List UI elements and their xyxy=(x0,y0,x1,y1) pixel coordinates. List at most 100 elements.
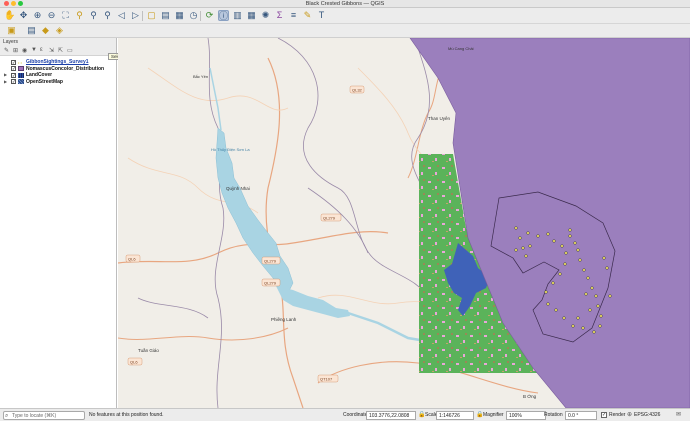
refresh-icon[interactable]: ⟳ xyxy=(204,10,215,21)
sighting-point[interactable] xyxy=(563,262,567,266)
expand-all-icon[interactable]: ⇲ xyxy=(49,47,54,54)
sighting-point[interactable] xyxy=(552,239,556,243)
zoom-in-icon[interactable]: ⊕ xyxy=(32,10,43,21)
zoom-native-icon[interactable]: ⚲ xyxy=(102,10,113,21)
expand-arrow-icon[interactable]: ▶ xyxy=(4,79,7,86)
rotation-field[interactable]: 0.0 ° xyxy=(565,411,597,420)
sighting-point[interactable] xyxy=(605,266,609,270)
sighting-point[interactable] xyxy=(536,234,540,238)
zoom-out-icon[interactable]: ⊖ xyxy=(46,10,57,21)
zoom-to-layer-icon[interactable]: ⚲ xyxy=(88,10,99,21)
add-layer-icon[interactable]: ◈ xyxy=(54,25,65,36)
open-styling-icon[interactable]: ✎ xyxy=(4,47,9,54)
sighting-point[interactable] xyxy=(526,231,530,235)
sighting-point[interactable] xyxy=(582,268,586,272)
sighting-point[interactable] xyxy=(594,294,598,298)
zoom-last-icon[interactable]: ◁ xyxy=(116,10,127,21)
sighting-point[interactable] xyxy=(586,276,590,280)
sighting-point[interactable] xyxy=(518,236,522,240)
sighting-point[interactable] xyxy=(571,324,575,328)
messages-icon[interactable]: ✉ xyxy=(676,412,681,419)
add-group-icon[interactable]: ⊞ xyxy=(13,47,18,54)
open-attribute-table-icon[interactable]: ▥ xyxy=(232,10,243,21)
raster-layer-icon xyxy=(18,72,24,78)
sighting-point[interactable] xyxy=(581,326,585,330)
sighting-point[interactable] xyxy=(528,244,532,248)
sighting-point[interactable] xyxy=(560,244,564,248)
manage-visibility-icon[interactable]: ◉ xyxy=(22,47,27,54)
magnifier-field[interactable]: 100% xyxy=(506,411,546,420)
sighting-point[interactable] xyxy=(588,308,592,312)
layer-visibility-checkbox[interactable]: ✓ xyxy=(11,66,16,71)
map-label: QL32 xyxy=(352,88,363,93)
crs-label[interactable]: EPSG:4326 xyxy=(634,412,660,419)
sighting-point[interactable] xyxy=(521,246,525,250)
crs-icon[interactable]: ⊕ xyxy=(627,412,632,419)
sighting-point[interactable] xyxy=(584,292,588,296)
title-bar: Black Crested Gibbons — QGIS xyxy=(0,0,690,8)
sighting-point[interactable] xyxy=(524,254,528,258)
layer-item[interactable]: ▶ ✓ OpenStreetMap xyxy=(0,79,116,86)
sighting-point[interactable] xyxy=(544,290,548,294)
text-annotation-icon[interactable]: T xyxy=(316,10,327,21)
sighting-point[interactable] xyxy=(608,294,612,298)
new-project-icon[interactable]: ▣ xyxy=(6,25,17,36)
layer-visibility-checkbox[interactable]: ✓ xyxy=(11,72,16,78)
filter-by-expression-icon[interactable]: ε xyxy=(40,47,43,53)
sighting-point[interactable] xyxy=(568,234,572,238)
layer-visibility-checkbox[interactable]: ✓ xyxy=(11,59,16,65)
show-bookmarks-icon[interactable]: ▦ xyxy=(174,10,185,21)
sighting-point[interactable] xyxy=(596,304,600,308)
map-canvas[interactable]: Quỳnh Nhai Hồ Thủy Điện Sơn La QL279 QL6… xyxy=(118,38,690,408)
pan-to-selection-icon[interactable]: ✥ xyxy=(18,10,29,21)
scale-field[interactable]: 1:146726 xyxy=(436,411,474,420)
sighting-point[interactable] xyxy=(551,281,555,285)
pan-icon[interactable]: ✋ xyxy=(4,10,15,21)
temporal-controller-icon[interactable]: ◷ xyxy=(188,10,199,21)
map-tips-icon[interactable]: ✎ xyxy=(302,10,313,21)
sighting-point[interactable] xyxy=(578,258,582,262)
sighting-point[interactable] xyxy=(558,272,562,276)
remove-layer-icon[interactable]: ▭ xyxy=(67,47,73,54)
render-checkbox[interactable]: ✓ xyxy=(601,412,607,418)
sighting-point[interactable] xyxy=(546,302,550,306)
toolbox-icon[interactable]: ✺ xyxy=(260,10,271,21)
sighting-point[interactable] xyxy=(554,308,558,312)
statistics-icon[interactable]: Σ xyxy=(274,10,285,21)
layers-panel: Layers ✎ ⊞ ◉ ▼ ε ⇲ ⇱ ▭ ✓ • • GibbonSightings_Surv… xyxy=(0,38,117,408)
sighting-point[interactable] xyxy=(590,286,594,290)
sighting-point[interactable] xyxy=(602,256,606,260)
sighting-point[interactable] xyxy=(564,251,568,255)
collapse-all-icon[interactable]: ⇱ xyxy=(58,47,63,54)
field-calculator-icon[interactable]: ▦ xyxy=(246,10,257,21)
toolbar-separator xyxy=(142,11,143,21)
zoom-full-icon[interactable]: ⛶ xyxy=(60,10,71,21)
sighting-point[interactable] xyxy=(514,226,518,230)
sighting-point[interactable] xyxy=(514,248,518,252)
sighting-point[interactable] xyxy=(573,241,577,245)
map-rendering: Quỳnh Nhai Hồ Thủy Điện Sơn La QL279 QL6… xyxy=(118,38,690,408)
save-project-icon[interactable]: ◆ xyxy=(40,25,51,36)
sighting-point[interactable] xyxy=(576,316,580,320)
new-map-view-icon[interactable]: ▢ xyxy=(146,10,157,21)
coordinate-field[interactable]: 103.3776,22.0808 xyxy=(366,411,416,420)
sighting-point[interactable] xyxy=(598,324,602,328)
identify-features-icon[interactable]: ⓘ xyxy=(218,10,229,21)
filter-legend-icon[interactable]: ▼ xyxy=(31,47,37,53)
sighting-point[interactable] xyxy=(546,232,550,236)
map-label: B Ớng xyxy=(523,393,537,399)
locator-search-input[interactable]: ⌕ Type to locate (⌘K) xyxy=(3,411,85,420)
sighting-point[interactable] xyxy=(592,330,596,334)
sighting-point[interactable] xyxy=(599,314,603,318)
layer-visibility-checkbox[interactable]: ✓ xyxy=(11,79,16,84)
layer-name: OpenStreetMap xyxy=(26,78,63,85)
layer-tree: ✓ • • GibbonSightings_Survey1 ✓ NomascusConc… xyxy=(0,56,116,85)
open-project-icon[interactable]: ▤ xyxy=(26,25,37,36)
sighting-point[interactable] xyxy=(568,228,572,232)
zoom-next-icon[interactable]: ▷ xyxy=(130,10,141,21)
measure-icon[interactable]: ≡ xyxy=(288,10,299,21)
sighting-point[interactable] xyxy=(576,248,580,252)
zoom-to-selection-icon[interactable]: ⚲ xyxy=(74,10,85,21)
new-bookmark-icon[interactable]: ▤ xyxy=(160,10,171,21)
sighting-point[interactable] xyxy=(562,316,566,320)
